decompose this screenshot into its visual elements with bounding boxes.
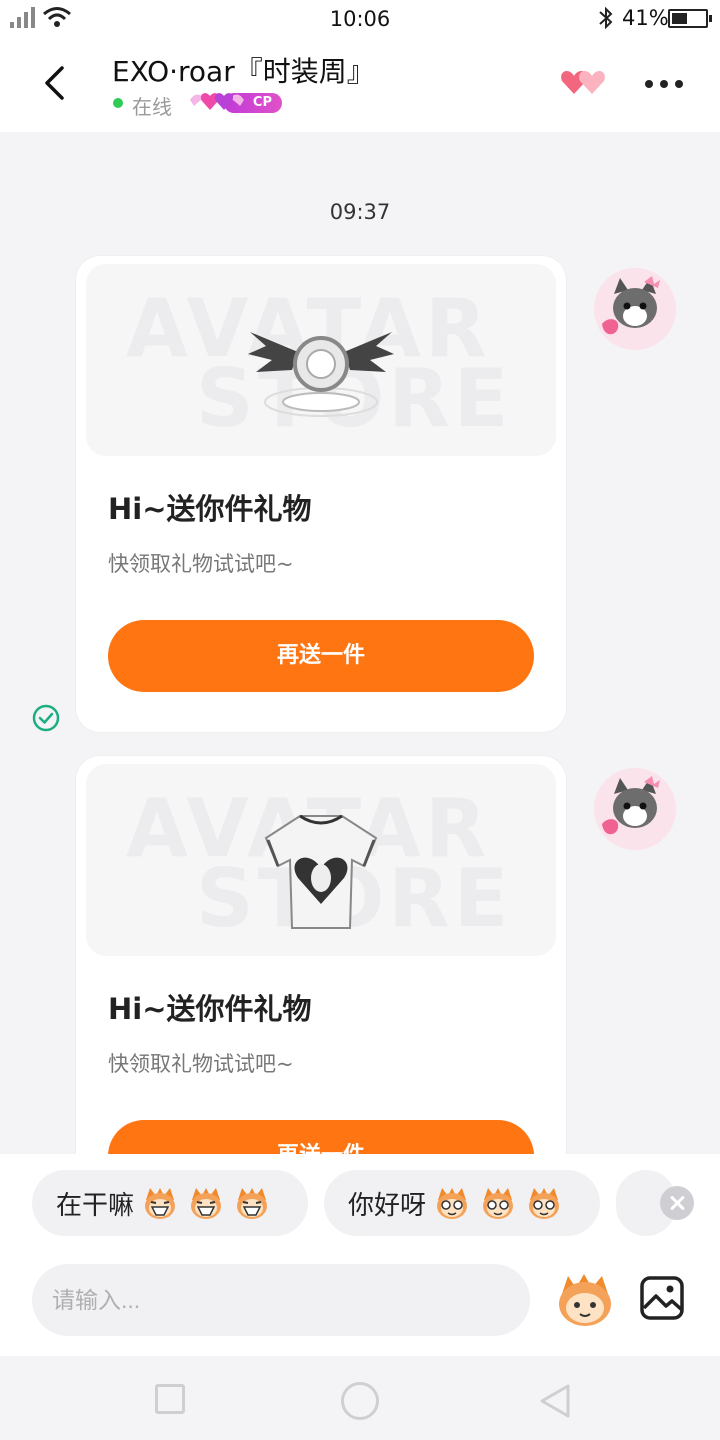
avatar[interactable] [594, 768, 676, 850]
gift-image[interactable]: AVATAR STORE [86, 264, 556, 456]
cat-avatar-icon [594, 768, 676, 850]
gift-image[interactable]: AVATAR STORE [86, 764, 556, 956]
nav-back-button[interactable] [538, 1382, 572, 1420]
recent-apps-button[interactable] [155, 1384, 185, 1414]
gift-card[interactable]: AVATAR STORE Hi~送你件礼物 快领取礼物试试吧~ 再送一件 [76, 756, 566, 1154]
online-status: 在线 [132, 95, 172, 119]
quick-replies: 在干嘛 你好呀 [0, 1154, 720, 1260]
system-nav-bar [0, 1356, 720, 1440]
input-bar [0, 1260, 720, 1356]
send-another-button[interactable]: 再送一件 [108, 1120, 534, 1154]
bluetooth-icon [599, 6, 613, 30]
online-indicator [113, 98, 123, 108]
chat-messages[interactable]: 09:37 AVATAR STORE Hi~送你件礼物 快领取礼物试试吧~ 再送… [0, 132, 720, 1154]
gift-card[interactable]: AVATAR STORE Hi~送你件礼物 快领取礼物试试吧~ 再送一件 [76, 256, 566, 732]
gift-subtitle: 快领取礼物试试吧~ [108, 552, 294, 576]
gift-subtitle: 快领取礼物试试吧~ [108, 1052, 294, 1076]
close-quick-replies-button[interactable] [660, 1186, 694, 1220]
gift-title: Hi~送你件礼物 [108, 492, 312, 526]
avatar[interactable] [594, 268, 676, 350]
status-bar: 10:06 41% [0, 0, 720, 38]
mascot-emoji-group [142, 1186, 270, 1220]
battery-icon [668, 9, 712, 28]
battery-percent: 41% [622, 6, 669, 30]
more-options-button[interactable] [638, 66, 690, 102]
message-input[interactable] [32, 1264, 530, 1336]
quick-reply-chip[interactable]: 你好呀 [324, 1170, 600, 1236]
mascot-emoji-group [434, 1186, 562, 1220]
smiling-mascot-icon [437, 1188, 468, 1219]
image-icon[interactable] [638, 1274, 686, 1322]
chat-title: EXO·roar『时装周』 [112, 55, 375, 88]
laughing-mascot-icon [145, 1188, 176, 1219]
back-button[interactable] [30, 58, 80, 108]
tshirt-icon [264, 814, 378, 929]
laughing-mascot-icon [191, 1188, 222, 1219]
smiling-mascot-icon [529, 1188, 560, 1219]
laughing-mascot-icon [237, 1188, 268, 1219]
quick-reply-chip[interactable]: 在干嘛 [32, 1170, 308, 1236]
message-timestamp: 09:37 [329, 200, 391, 224]
chat-header: EXO·roar『时装周』 在线 CP [0, 38, 720, 132]
sent-check-icon [32, 704, 60, 732]
cat-avatar-icon [594, 268, 676, 350]
smiling-mascot-icon [483, 1188, 514, 1219]
mascot-emoji-button[interactable] [554, 1272, 616, 1328]
couple-hearts-button[interactable] [558, 62, 610, 108]
quick-reply-text: 你好呀 [348, 1190, 427, 1221]
send-another-button[interactable]: 再送一件 [108, 620, 534, 692]
cp-badge: CP [188, 90, 284, 116]
winged-ring-icon [248, 332, 394, 417]
quick-reply-text: 在干嘛 [56, 1190, 135, 1221]
home-button[interactable] [341, 1382, 379, 1420]
gift-title: Hi~送你件礼物 [108, 992, 312, 1026]
winged-hearts-icon [190, 93, 244, 110]
